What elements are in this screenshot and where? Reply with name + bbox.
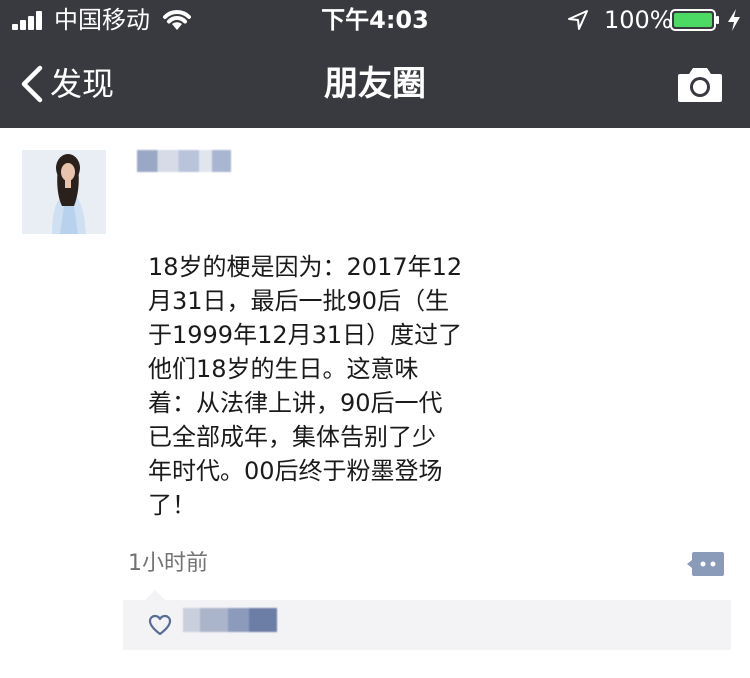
location-arrow-icon xyxy=(568,10,588,30)
avatar-photo xyxy=(22,150,106,234)
header: 中国移动 下午4:03 100% 发现 朋友圈 xyxy=(0,0,750,128)
liker-names-redacted[interactable] xyxy=(183,608,277,632)
avatar[interactable] xyxy=(22,150,106,234)
camera-icon[interactable] xyxy=(676,64,724,104)
comment-more-icon[interactable] xyxy=(686,550,726,578)
author-name-redacted[interactable] xyxy=(137,150,231,172)
post-text: 18岁的梗是因为：2017年12 月31日，最后一批90后（生 于1999年12… xyxy=(148,253,463,519)
likes-section xyxy=(123,590,731,650)
battery-percent: 100% xyxy=(604,6,673,34)
page-title: 朋友圈 xyxy=(324,64,426,104)
post-timestamp: 1小时前 xyxy=(128,551,208,576)
charging-bolt-icon xyxy=(728,9,740,31)
heart-icon xyxy=(148,614,172,636)
status-bar: 中国移动 下午4:03 100% xyxy=(0,0,750,40)
battery-icon xyxy=(670,9,719,31)
